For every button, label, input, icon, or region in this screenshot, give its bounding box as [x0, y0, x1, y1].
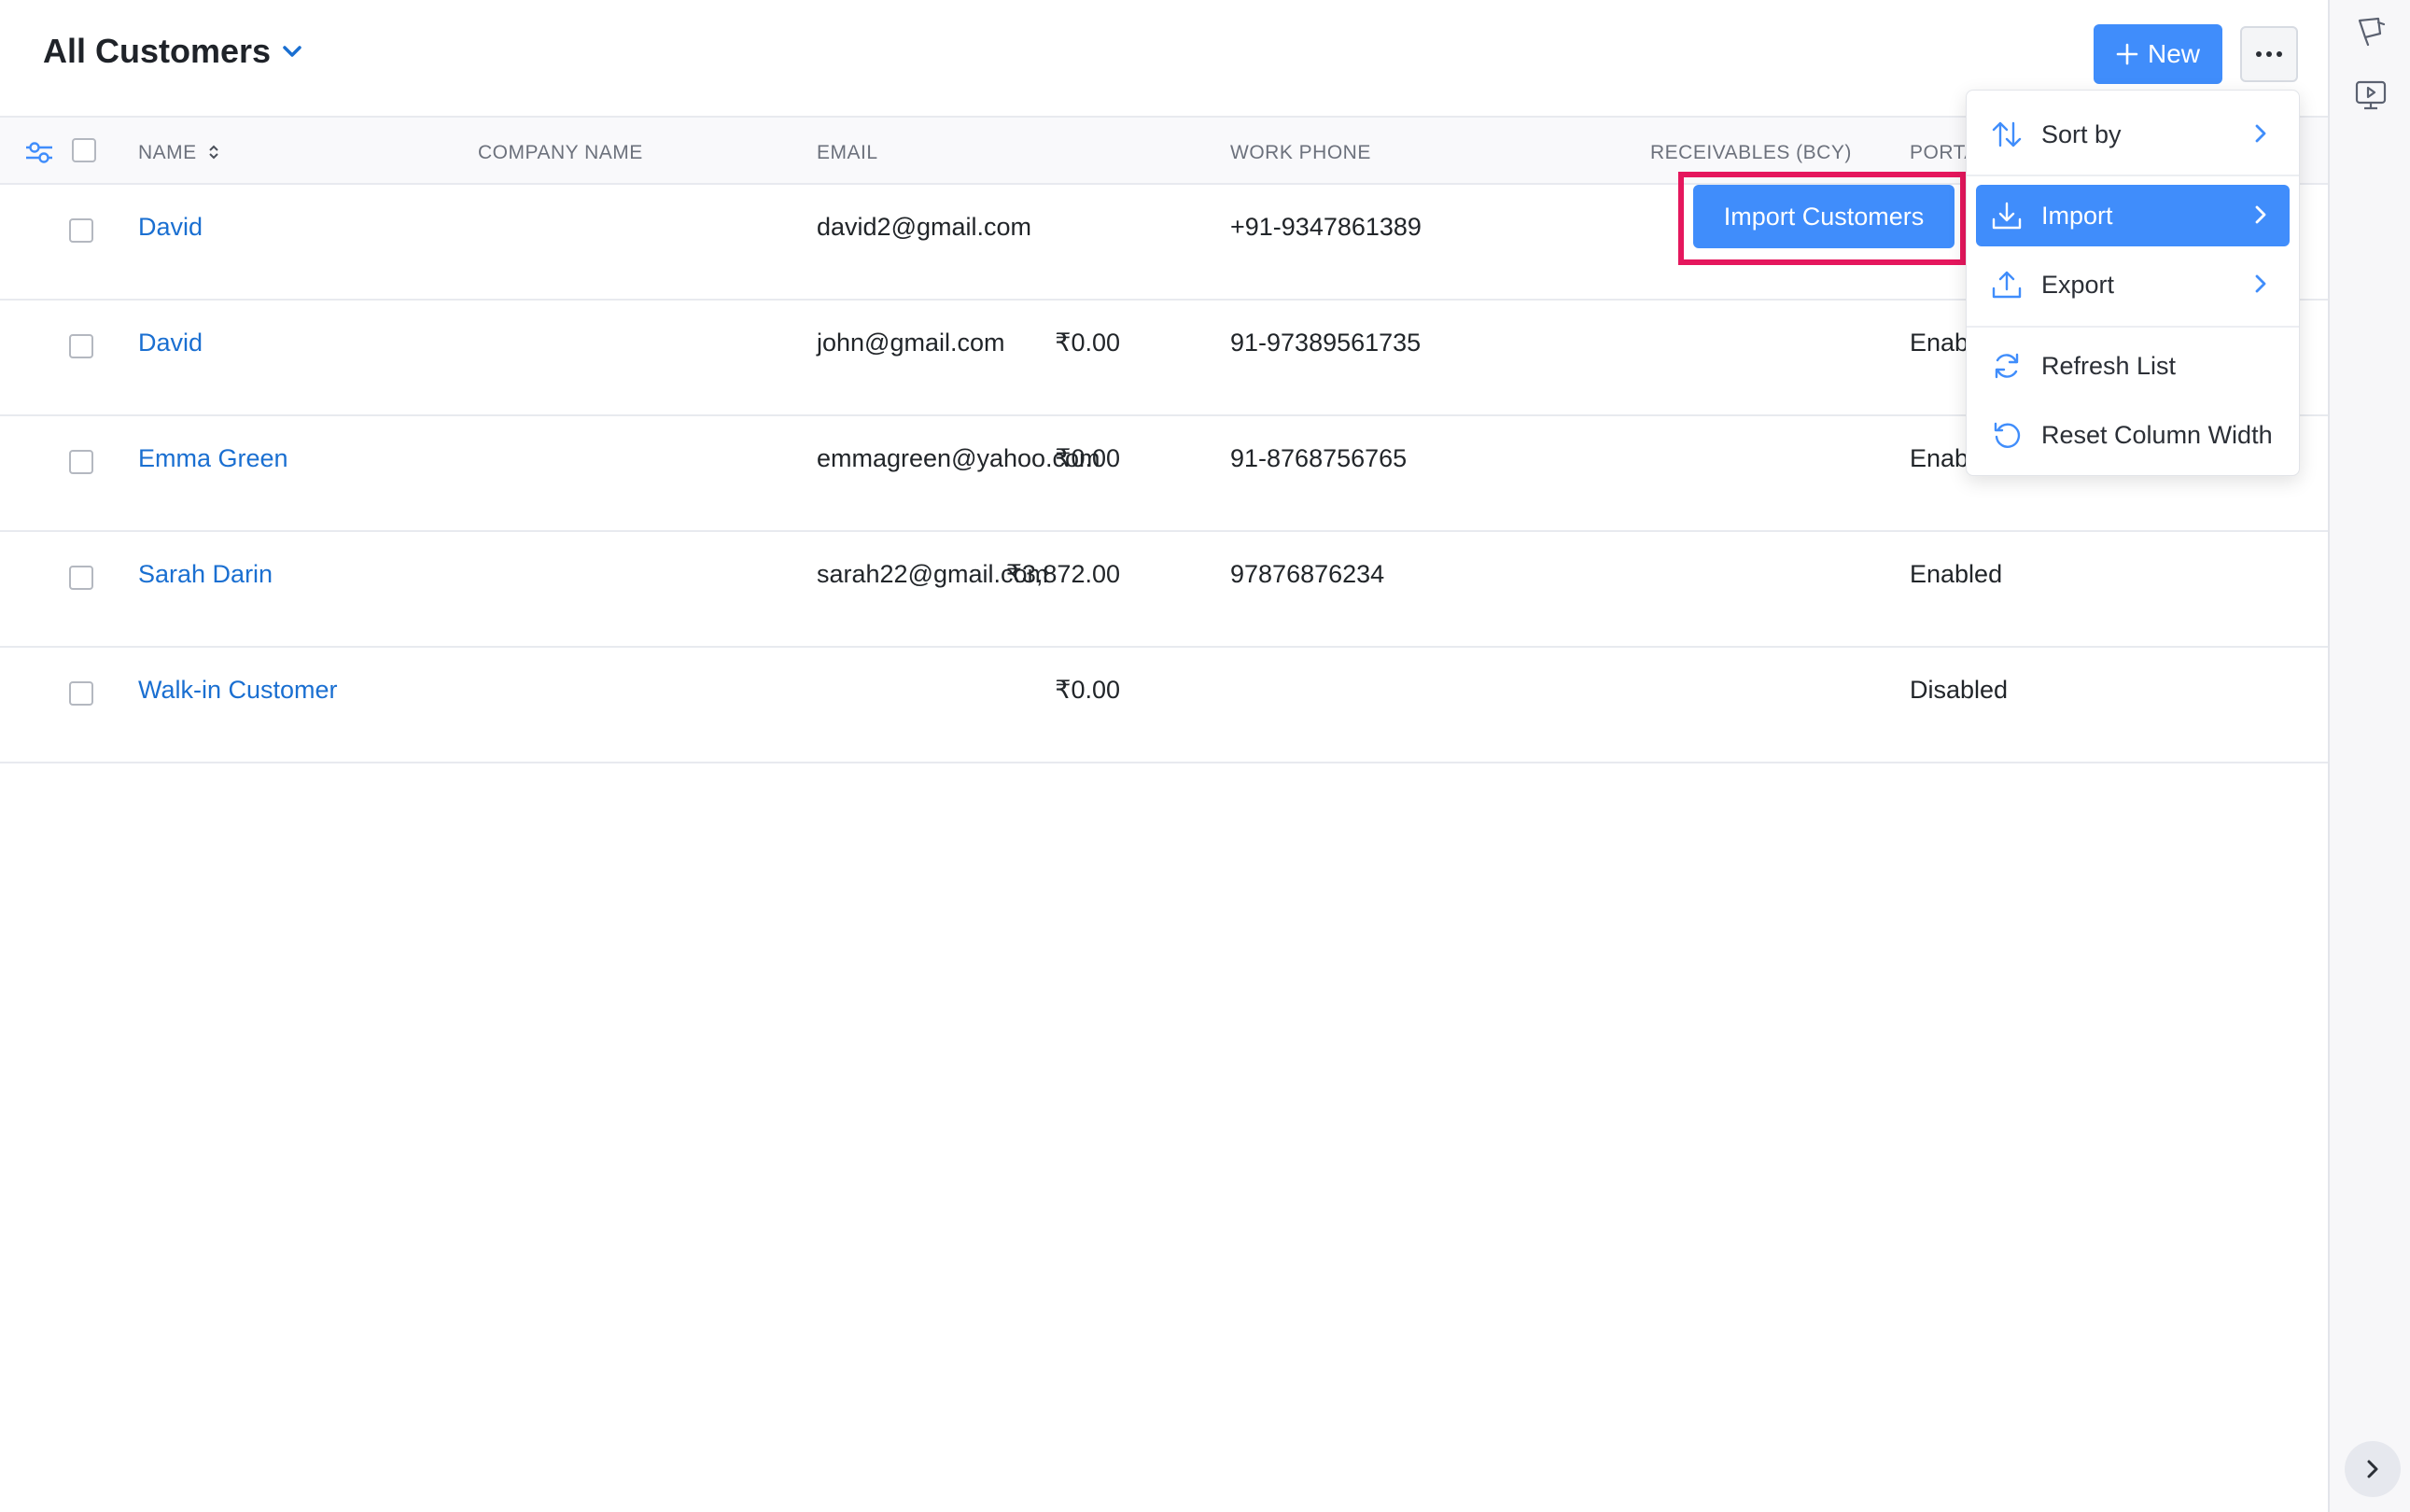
- customer-name-link[interactable]: David: [138, 213, 203, 242]
- phone-cell: 97876876234: [1230, 560, 1385, 588]
- chevron-right-icon: [2255, 205, 2266, 224]
- menu-item-refresh-list[interactable]: Refresh List: [1976, 335, 2290, 397]
- portal-status-cell: Enab: [1910, 444, 1969, 472]
- table-row[interactable]: Walk-in Customer ₹0.00 Disabled: [0, 648, 2328, 763]
- column-header-company[interactable]: COMPANY NAME: [478, 142, 643, 164]
- row-checkbox[interactable]: [69, 566, 93, 590]
- column-filter-icon[interactable]: [24, 138, 54, 166]
- menu-item-export[interactable]: Export: [1976, 254, 2290, 315]
- menu-divider: [1967, 326, 2299, 328]
- menu-item-import[interactable]: Import: [1976, 185, 2290, 246]
- row-checkbox[interactable]: [69, 218, 93, 243]
- menu-item-label: Reset Column Width: [2041, 420, 2273, 449]
- menu-item-label: Refresh List: [2041, 351, 2177, 380]
- more-options-menu: Sort by Import Export Refresh List Reset…: [1966, 90, 2300, 476]
- right-sidebar: [2328, 0, 2410, 1512]
- portal-status-cell: Enab: [1910, 329, 1969, 357]
- phone-cell: 91-8768756765: [1230, 444, 1408, 472]
- portal-status-cell: Enabled: [1910, 560, 2003, 588]
- video-tutorial-icon[interactable]: [2352, 77, 2389, 114]
- import-customers-option[interactable]: Import Customers: [1693, 185, 1955, 248]
- row-checkbox[interactable]: [69, 334, 93, 358]
- menu-item-sort-by[interactable]: Sort by: [1976, 104, 2290, 165]
- chevron-right-icon: [2255, 124, 2266, 143]
- chevron-down-icon: [283, 46, 301, 57]
- select-all-checkbox[interactable]: [72, 138, 96, 162]
- receivables-cell: ₹3,872.00: [1005, 560, 1120, 588]
- customer-name-link[interactable]: Emma Green: [138, 444, 288, 473]
- column-header-receivables[interactable]: RECEIVABLES (BCY): [1650, 142, 1852, 164]
- column-header-work-phone[interactable]: WORK PHONE: [1230, 142, 1371, 164]
- new-button-label: New: [2147, 39, 2200, 68]
- receivables-cell: ₹0.00: [1055, 444, 1120, 472]
- customer-name-link[interactable]: Sarah Darin: [138, 560, 273, 589]
- reset-icon: [1994, 422, 2021, 448]
- expand-sidebar-button[interactable]: [2345, 1441, 2401, 1497]
- new-button[interactable]: New: [2094, 24, 2222, 84]
- customer-name-link[interactable]: Walk-in Customer: [138, 676, 338, 705]
- menu-item-label: Import: [2041, 201, 2113, 230]
- menu-divider: [1967, 175, 2299, 176]
- more-horizontal-icon: [2256, 51, 2282, 57]
- receivables-cell: ₹0.00: [1055, 676, 1120, 704]
- more-options-button[interactable]: [2240, 26, 2298, 82]
- sort-icon: [209, 145, 218, 160]
- phone-cell: +91-9347861389: [1230, 213, 1422, 241]
- customer-name-link[interactable]: David: [138, 329, 203, 357]
- column-header-email[interactable]: EMAIL: [817, 142, 878, 164]
- download-icon: [1992, 202, 2022, 230]
- megaphone-icon[interactable]: [2352, 13, 2389, 50]
- menu-item-label: Sort by: [2041, 119, 2122, 148]
- email-cell: john@gmail.com: [817, 329, 1005, 357]
- email-cell: david2@gmail.com: [817, 213, 1032, 241]
- menu-item-reset-column-width[interactable]: Reset Column Width: [1976, 404, 2290, 466]
- chevron-right-icon: [2367, 1460, 2378, 1478]
- refresh-icon: [1995, 353, 2019, 379]
- column-header-name[interactable]: NAME: [138, 142, 219, 164]
- table-row[interactable]: Sarah Darin sarah22@gmail.com 9787687623…: [0, 532, 2328, 648]
- row-checkbox[interactable]: [69, 681, 93, 706]
- menu-item-label: Export: [2041, 270, 2115, 299]
- receivables-cell: ₹0.00: [1055, 329, 1120, 357]
- upload-icon: [1992, 271, 2022, 299]
- plus-icon: [2116, 43, 2138, 65]
- sort-arrows-icon: [1992, 121, 2022, 147]
- row-checkbox[interactable]: [69, 450, 93, 474]
- portal-status-cell: Disabled: [1910, 676, 2009, 704]
- chevron-right-icon: [2255, 274, 2266, 293]
- view-selector[interactable]: All Customers: [43, 32, 302, 71]
- customers-page: All Customers New NAME COMPANY NAME EMAI…: [0, 0, 2328, 1512]
- page-title: All Customers: [43, 32, 272, 70]
- phone-cell: 91-97389561735: [1230, 329, 1422, 357]
